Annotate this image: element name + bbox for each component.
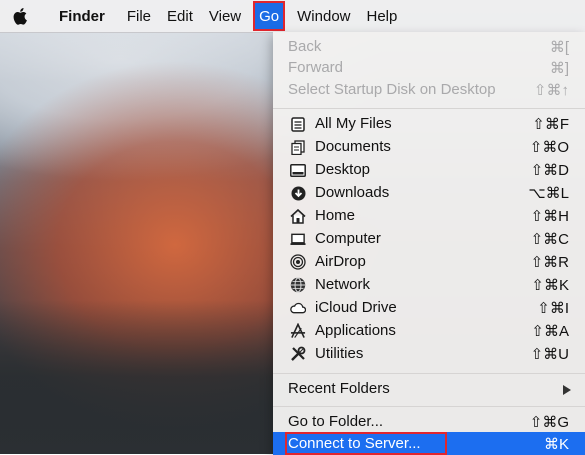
menu-item-shortcut: ⇧⌘O xyxy=(529,139,569,156)
all-my-files-icon xyxy=(290,116,306,132)
submenu-arrow-icon xyxy=(563,385,571,395)
menu-separator xyxy=(273,108,585,109)
menu-item-shortcut: ⇧⌘F xyxy=(532,116,569,133)
menu-item-forward[interactable]: Forward ⌘] xyxy=(273,56,585,79)
menu-item-shortcut: ⇧⌘I xyxy=(537,300,569,317)
menu-item-applications[interactable]: Applications ⇧⌘A xyxy=(273,319,585,342)
home-icon xyxy=(290,208,306,224)
menu-file[interactable]: File xyxy=(119,0,159,32)
menu-item-shortcut: ⇧⌘A xyxy=(531,323,569,340)
menu-item-utilities[interactable]: Utilities ⇧⌘U xyxy=(273,342,585,365)
menu-item-label: Back xyxy=(288,38,322,55)
menu-item-network[interactable]: Network ⇧⌘K xyxy=(273,273,585,296)
menu-item-label: AirDrop xyxy=(315,253,366,270)
menu-item-label: Applications xyxy=(315,322,396,339)
menu-item-label: Downloads xyxy=(315,184,390,201)
menu-item-back[interactable]: Back ⌘[ xyxy=(273,35,585,58)
menu-item-label: Desktop xyxy=(315,161,371,178)
menu-item-shortcut: ⇧⌘↑ xyxy=(533,82,569,99)
go-menu-dropdown: Back ⌘[ Forward ⌘] Select Startup Disk o… xyxy=(273,32,585,455)
menu-item-icloud-drive[interactable]: iCloud Drive ⇧⌘I xyxy=(273,296,585,319)
menu-item-shortcut: ⇧⌘G xyxy=(529,414,569,431)
menu-item-shortcut: ⌥⌘L xyxy=(528,185,569,202)
computer-icon xyxy=(290,231,306,247)
menu-item-label: Connect to Server... xyxy=(288,435,421,452)
menu-item-label: Go to Folder... xyxy=(288,413,384,430)
menu-item-label: Home xyxy=(315,207,356,224)
menu-separator xyxy=(273,373,585,374)
menu-bar: Finder File Edit View Go Window Help xyxy=(0,0,585,33)
menu-item-shortcut: ⌘] xyxy=(549,60,569,77)
menu-item-label: Utilities xyxy=(315,345,364,362)
menu-item-computer[interactable]: Computer ⇧⌘C xyxy=(273,227,585,250)
icloud-icon xyxy=(290,300,306,316)
network-icon xyxy=(290,277,306,293)
menu-item-select-startup-disk[interactable]: Select Startup Disk on Desktop ⇧⌘↑ xyxy=(273,78,585,101)
menu-item-home[interactable]: Home ⇧⌘H xyxy=(273,204,585,227)
desktop-icon xyxy=(290,162,306,178)
menu-view[interactable]: View xyxy=(201,0,249,32)
menu-item-shortcut: ⌘[ xyxy=(549,39,569,56)
menu-separator xyxy=(273,406,585,407)
menu-window[interactable]: Window xyxy=(289,0,358,32)
menu-item-shortcut: ⇧⌘K xyxy=(531,277,569,294)
menu-help[interactable]: Help xyxy=(359,0,406,32)
menu-item-label: Documents xyxy=(315,138,391,155)
downloads-icon xyxy=(290,185,306,201)
menu-item-label: Forward xyxy=(288,59,344,76)
applications-icon xyxy=(290,323,306,339)
menu-edit[interactable]: Edit xyxy=(159,0,201,32)
wallpaper-rock-shadow xyxy=(0,300,300,454)
menu-item-shortcut: ⇧⌘U xyxy=(530,346,569,363)
documents-icon xyxy=(290,139,306,155)
menu-finder[interactable]: Finder xyxy=(51,0,113,32)
airdrop-icon xyxy=(290,254,306,270)
utilities-icon xyxy=(290,346,306,362)
menu-item-shortcut: ⇧⌘C xyxy=(530,231,569,248)
menu-item-label: Network xyxy=(315,276,371,293)
menu-item-label: Computer xyxy=(315,230,381,247)
menu-item-label: Recent Folders xyxy=(288,380,390,397)
menu-item-connect-to-server[interactable]: Connect to Server... ⌘K xyxy=(273,432,585,455)
menu-item-airdrop[interactable]: AirDrop ⇧⌘R xyxy=(273,250,585,273)
menu-item-go-to-folder[interactable]: Go to Folder... ⇧⌘G xyxy=(273,410,585,433)
menu-go[interactable]: Go xyxy=(253,1,286,31)
menu-item-shortcut: ⇧⌘D xyxy=(530,162,569,179)
menu-item-desktop[interactable]: Desktop ⇧⌘D xyxy=(273,158,585,181)
menu-item-documents[interactable]: Documents ⇧⌘O xyxy=(273,135,585,158)
menu-item-shortcut: ⇧⌘H xyxy=(530,208,569,225)
menu-item-all-my-files[interactable]: All My Files ⇧⌘F xyxy=(273,112,585,135)
menu-item-recent-folders[interactable]: Recent Folders xyxy=(273,377,585,400)
menu-item-label: All My Files xyxy=(315,115,392,132)
menu-item-label: iCloud Drive xyxy=(315,299,397,316)
menu-item-label: Select Startup Disk on Desktop xyxy=(288,81,496,98)
apple-icon[interactable] xyxy=(13,7,29,25)
menu-item-downloads[interactable]: Downloads ⌥⌘L xyxy=(273,181,585,204)
menu-item-shortcut: ⇧⌘R xyxy=(530,254,569,271)
menu-item-shortcut: ⌘K xyxy=(543,436,569,453)
